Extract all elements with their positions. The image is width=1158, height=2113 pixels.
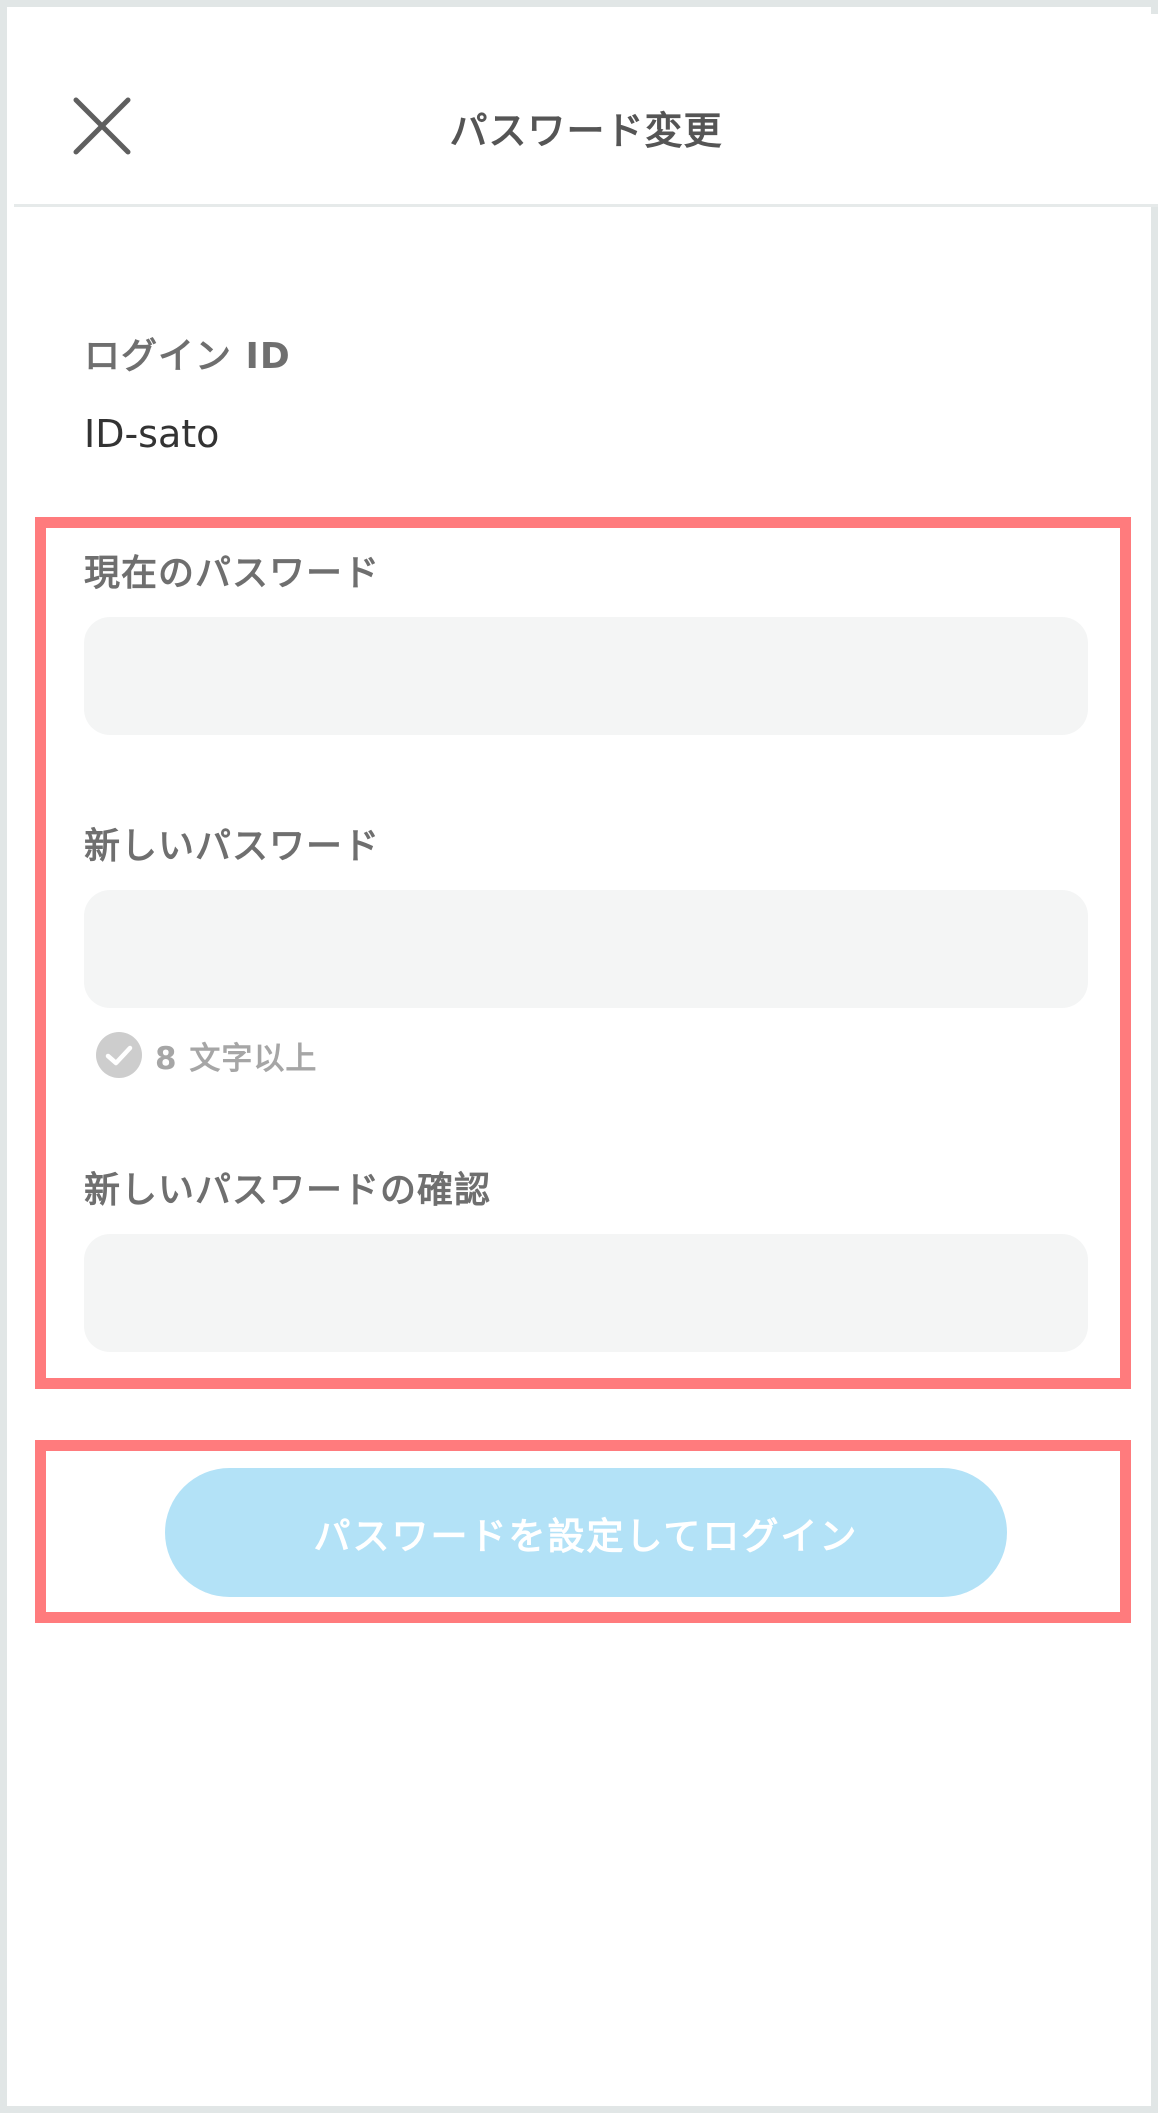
password-fields-highlight [35,517,1131,1389]
page-title: パスワード変更 [449,109,723,153]
login-id-label: ログイン ID [84,336,291,377]
login-id-value: ID-sato [84,412,220,456]
submit-button-highlight [35,1440,1131,1623]
header-bar: パスワード変更 [14,14,1158,207]
app-frame: パスワード変更 ログイン ID ID-sato 現在のパスワード 新しいパスワー… [0,0,1158,2113]
